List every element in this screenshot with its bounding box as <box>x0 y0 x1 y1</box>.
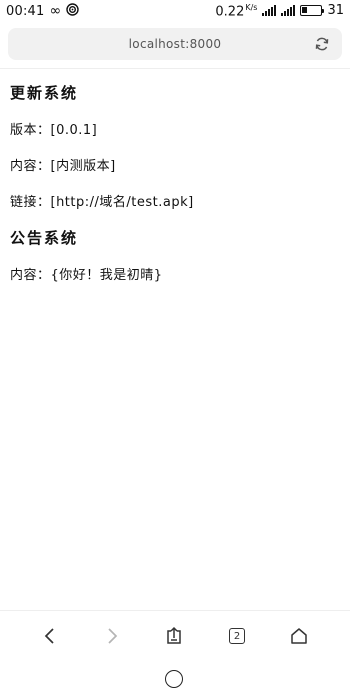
update-section-title: 更新系统 <box>10 84 79 102</box>
battery-level: 31 <box>327 3 344 19</box>
share-button[interactable] <box>162 624 186 648</box>
signal-5g-icon <box>281 5 296 17</box>
network-speed-unit: K/s <box>245 2 258 12</box>
version-line: 版本：[0.0.1] <box>10 123 98 138</box>
content-line: 内容：[内测版本] <box>10 159 116 174</box>
back-button[interactable] <box>38 624 62 648</box>
url-text[interactable]: localhost:8000 <box>129 37 222 51</box>
chevron-right-icon <box>108 628 118 644</box>
notice-section-title: 公告系统 <box>10 229 79 247</box>
home-button[interactable] <box>287 624 311 648</box>
signal-icon <box>262 5 277 17</box>
notice-line: 内容：{你好！我是初晴} <box>10 268 163 283</box>
forward-button[interactable] <box>100 624 124 648</box>
address-bar[interactable]: localhost:8000 <box>8 28 342 60</box>
status-right: 0.22K/s 31 <box>215 3 344 19</box>
home-icon <box>291 628 307 644</box>
page-content: 更新系统 版本：[0.0.1] 内容：[内测版本] 链接：[http://域名/… <box>10 82 340 300</box>
share-icon <box>167 626 181 644</box>
top-divider <box>0 68 350 69</box>
hotspot-icon <box>66 2 79 20</box>
battery-icon <box>300 5 325 17</box>
tabs-button[interactable]: 2 <box>225 624 249 648</box>
network-speed: 0.22K/s <box>215 3 257 19</box>
chevron-left-icon <box>44 628 54 644</box>
status-left: 00:41 ∞ <box>6 2 79 20</box>
tabs-count: 2 <box>229 628 245 644</box>
bottom-divider <box>0 610 350 611</box>
status-time: 00:41 <box>6 3 45 19</box>
network-speed-value: 0.22 <box>215 4 245 20</box>
system-home-button[interactable] <box>165 670 183 688</box>
status-bar: 00:41 ∞ 0.22K/s 31 <box>0 0 350 22</box>
browser-toolbar: 2 <box>0 620 350 652</box>
refresh-icon[interactable] <box>314 36 330 52</box>
link-line: 链接：[http://域名/test.apk] <box>10 195 194 210</box>
browser-screen: 00:41 ∞ 0.22K/s 31 localhost:8000 更新系统 版… <box>0 0 350 700</box>
infinity-icon: ∞ <box>49 3 62 19</box>
